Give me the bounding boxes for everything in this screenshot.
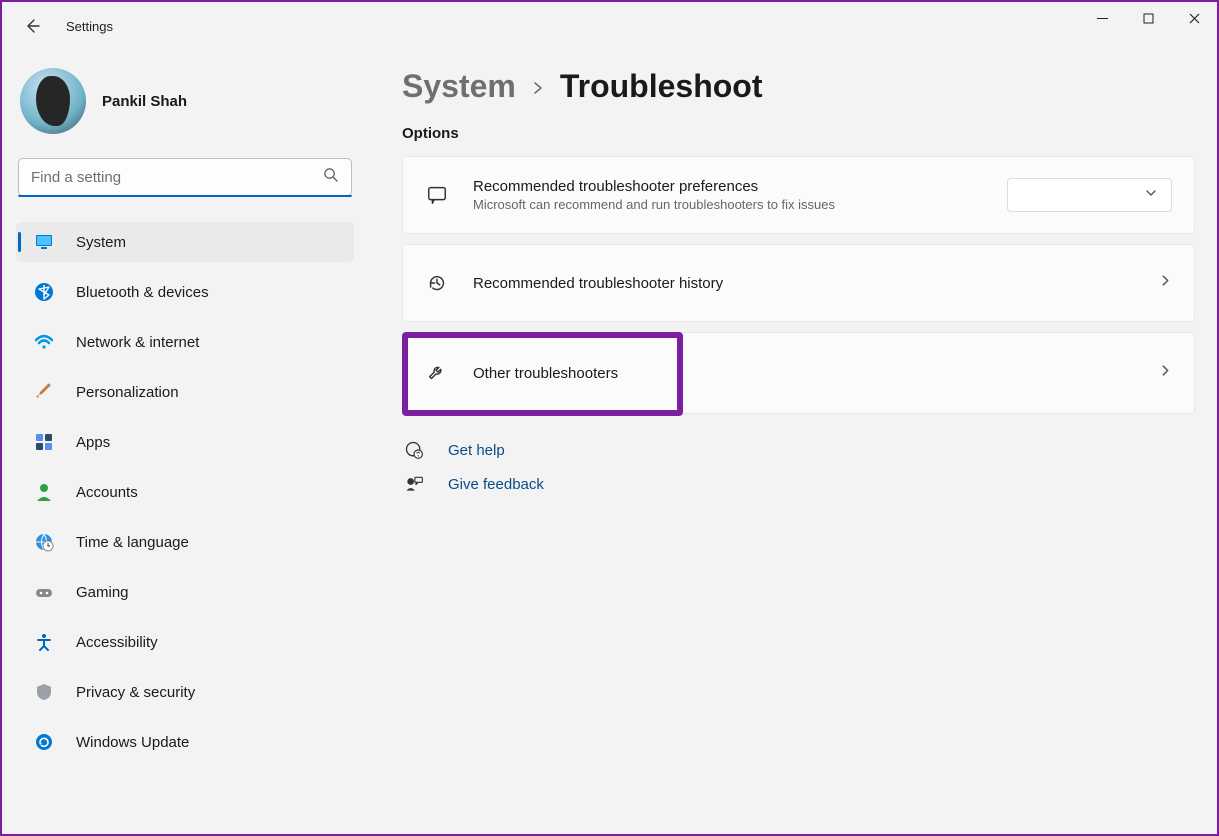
sidebar-nav: System Bluetooth & devices Network & inter… [16, 222, 354, 772]
settings-window: Settings Pankil Shah System Bluetooth & d… [0, 0, 1219, 836]
chevron-right-icon [1159, 364, 1172, 382]
help-links: Get help Give feedback [402, 440, 1195, 494]
wifi-icon [34, 332, 54, 352]
user-name: Pankil Shah [102, 93, 187, 110]
sidebar-item-label: Personalization [76, 384, 179, 401]
card-rhs [1159, 274, 1172, 292]
sidebar-item-label: Apps [76, 434, 110, 451]
section-label: Options [402, 125, 1195, 142]
sidebar-item-label: Accounts [76, 484, 138, 501]
sidebar-item-apps[interactable]: Apps [16, 422, 354, 462]
chevron-right-icon [532, 77, 544, 100]
minimize-icon [1097, 13, 1108, 24]
sidebar-item-accessibility[interactable]: Accessibility [16, 622, 354, 662]
wrench-icon [425, 362, 449, 384]
sidebar-item-label: Gaming [76, 584, 129, 601]
breadcrumb-parent[interactable]: System [402, 68, 516, 105]
cards-container: Recommended troubleshooter preferences Mi… [402, 156, 1195, 414]
breadcrumb: System Troubleshoot [402, 68, 1195, 105]
bluetooth-icon [34, 282, 54, 302]
preferences-dropdown[interactable] [1007, 178, 1172, 212]
sidebar-item-gaming[interactable]: Gaming [16, 572, 354, 612]
sidebar-item-accounts[interactable]: Accounts [16, 472, 354, 512]
back-button[interactable] [18, 12, 46, 40]
help-chat-icon [402, 440, 426, 460]
help-link[interactable]: Get help [448, 442, 505, 459]
chat-icon [425, 184, 449, 206]
search-icon [323, 167, 338, 187]
paintbrush-icon [34, 382, 54, 402]
accessibility-icon [34, 632, 54, 652]
sidebar-item-bluetooth-devices[interactable]: Bluetooth & devices [16, 272, 354, 312]
close-icon [1189, 13, 1200, 24]
card-subtitle: Microsoft can recommend and run troubles… [473, 197, 835, 212]
main-content: System Troubleshoot Options Recommended … [402, 68, 1195, 494]
header: Settings [2, 2, 113, 50]
globe-clock-icon [34, 532, 54, 552]
sidebar-item-system[interactable]: System [16, 222, 354, 262]
card-other-troubleshooters[interactable]: Other troubleshooters [402, 332, 1195, 414]
sidebar-item-label: Accessibility [76, 634, 158, 651]
maximize-button[interactable] [1125, 2, 1171, 34]
minimize-button[interactable] [1079, 2, 1125, 34]
person-icon [34, 482, 54, 502]
sidebar-item-network-internet[interactable]: Network & internet [16, 322, 354, 362]
search-input[interactable] [18, 158, 352, 196]
chevron-right-icon [1159, 274, 1172, 292]
search-focus-underline [18, 195, 352, 197]
card-title: Recommended troubleshooter preferences [473, 178, 835, 195]
search-wrapper [18, 158, 352, 196]
sidebar-item-label: Time & language [76, 534, 189, 551]
sidebar-item-privacy-security[interactable]: Privacy & security [16, 672, 354, 712]
close-button[interactable] [1171, 2, 1217, 34]
sidebar-item-time-language[interactable]: Time & language [16, 522, 354, 562]
feedback-icon [402, 474, 426, 494]
card-recommended-troubleshooter-preferences[interactable]: Recommended troubleshooter preferences Mi… [402, 156, 1195, 234]
maximize-icon [1143, 13, 1154, 24]
card-recommended-troubleshooter-history[interactable]: Recommended troubleshooter history [402, 244, 1195, 322]
breadcrumb-current: Troubleshoot [560, 68, 763, 105]
gamepad-icon [34, 582, 54, 602]
sidebar-item-label: Bluetooth & devices [76, 284, 209, 301]
card-rhs [1159, 364, 1172, 382]
monitor-icon [34, 232, 54, 252]
sidebar-item-windows-update[interactable]: Windows Update [16, 722, 354, 762]
card-rhs [1007, 178, 1172, 212]
card-title: Other troubleshooters [473, 365, 618, 382]
window-controls [1079, 2, 1217, 34]
card-text: Recommended troubleshooter preferences Mi… [473, 178, 835, 212]
help-item-get-help: Get help [402, 440, 1195, 460]
help-link[interactable]: Give feedback [448, 476, 544, 493]
profile-block[interactable]: Pankil Shah [16, 62, 354, 134]
apps-icon [34, 432, 54, 452]
card-text: Recommended troubleshooter history [473, 275, 723, 292]
sidebar-item-label: Windows Update [76, 734, 189, 751]
sidebar-item-label: Privacy & security [76, 684, 195, 701]
sidebar-item-label: System [76, 234, 126, 251]
sidebar-item-personalization[interactable]: Personalization [16, 372, 354, 412]
card-title: Recommended troubleshooter history [473, 275, 723, 292]
sidebar-item-label: Network & internet [76, 334, 199, 351]
help-item-give-feedback: Give feedback [402, 474, 1195, 494]
back-arrow-icon [24, 18, 40, 34]
app-title: Settings [66, 19, 113, 34]
avatar [20, 68, 86, 134]
shield-icon [34, 682, 54, 702]
card-text: Other troubleshooters [473, 365, 618, 382]
left-column: Pankil Shah System Bluetooth & devices Net… [16, 62, 354, 772]
history-icon [425, 272, 449, 294]
sync-icon [34, 732, 54, 752]
chevron-down-icon [1145, 186, 1157, 204]
